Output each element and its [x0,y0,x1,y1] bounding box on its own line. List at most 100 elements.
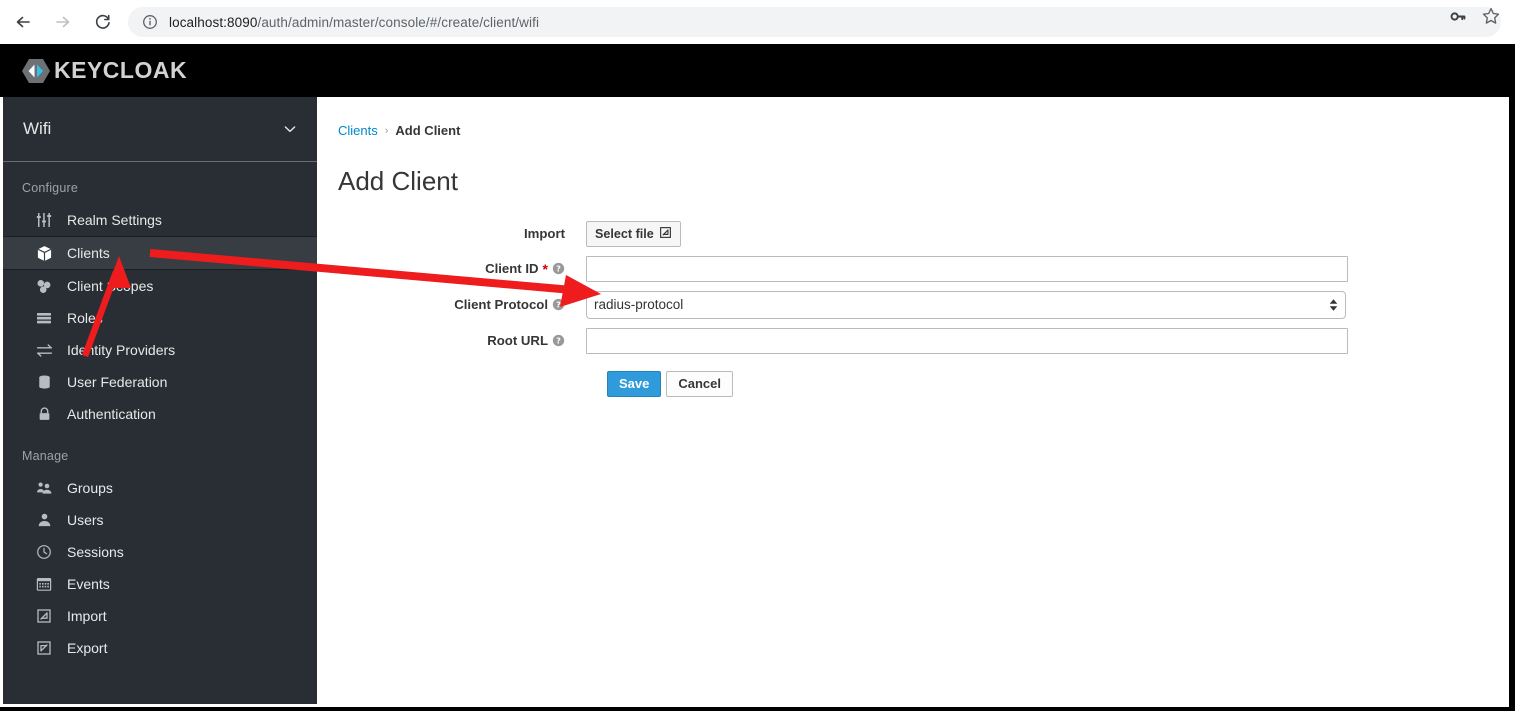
blocks-icon [35,277,53,295]
nav-section-title-configure: Configure [22,181,78,195]
save-button[interactable]: Save [607,370,662,397]
svg-text:?: ? [556,300,561,310]
form-row-root-url: Root URL ? [338,327,1509,354]
sidebar-item-roles[interactable]: Roles [3,302,317,334]
page-info-icon[interactable] [142,14,158,30]
sidebar-item-import[interactable]: Import [3,600,317,632]
url-host: localhost:8090 [169,14,258,30]
sidebar-item-label: Realm Settings [67,212,162,228]
realm-selector[interactable]: Wifi [3,97,317,162]
sidebar-item-label: Clients [67,245,110,261]
form-row-client-protocol: Client Protocol ? radius-protocol [338,290,1509,319]
sidebar-item-authentication[interactable]: Authentication [3,398,317,430]
page-viewport: KEYCLOAK Wifi Configure Realm Settings C… [0,44,1509,707]
sidebar-item-label: Import [67,608,107,624]
sidebar-item-groups[interactable]: Groups [3,472,317,504]
breadcrumb-current: Add Client [395,123,461,138]
client-id-label: Client ID * ? [338,261,586,277]
sidebar-item-label: Authentication [67,406,156,422]
sidebar: Wifi Configure Realm Settings Clients Cl… [3,97,317,704]
client-protocol-label-text: Client Protocol [454,297,548,313]
clock-icon [35,543,53,561]
forward-arrow-icon [53,12,73,32]
question-circle-icon[interactable]: ? [552,262,565,275]
sidebar-item-label: Events [67,576,110,592]
client-id-input[interactable] [586,255,1348,282]
question-circle-icon[interactable]: ? [552,334,565,347]
nav-section-title-manage: Manage [22,449,69,463]
sidebar-item-identity-providers[interactable]: Identity Providers [3,334,317,366]
brand-name: KEYCLOAK [54,57,188,83]
sidebar-item-label: Client Scopes [67,278,154,294]
import-arrow-icon [35,607,53,625]
cube-icon [35,244,53,262]
sidebar-item-label: Sessions [67,544,124,560]
sidebar-item-client-scopes[interactable]: Client Scopes [3,270,317,302]
list-rows-icon [35,309,53,327]
user-icon [35,511,53,529]
sidebar-item-export[interactable]: Export [3,632,317,664]
cancel-button[interactable]: Cancel [666,370,734,397]
select-file-label: Select file [595,226,654,241]
sidebar-item-label: User Federation [67,374,168,390]
svg-text:?: ? [556,264,561,274]
sidebar-item-user-federation[interactable]: User Federation [3,366,317,398]
select-file-button[interactable]: Select file [586,220,681,247]
bookmark-star-icon[interactable] [1481,6,1501,26]
omnibox-actions [1448,6,1501,26]
sidebar-item-sessions[interactable]: Sessions [3,536,317,568]
realm-name: Wifi [23,119,52,138]
import-field: Select file [586,220,1509,247]
calendar-icon [35,575,53,593]
page-title: Add Client [338,166,458,196]
form-row-client-id: Client ID * ? [338,255,1509,282]
sidebar-item-label: Identity Providers [67,342,176,358]
select-spinner-icon [1329,298,1338,311]
keycloak-logo[interactable]: KEYCLOAK [20,55,187,87]
url-text: localhost:8090/auth/admin/master/console… [169,15,539,30]
export-arrow-icon [35,639,53,657]
import-label-text: Import [523,226,565,242]
breadcrumb-link-clients[interactable]: Clients [338,123,378,138]
sidebar-item-realm-settings[interactable]: Realm Settings [3,204,317,236]
forward-button[interactable] [46,5,80,39]
import-label: Import [338,226,586,241]
svg-text:?: ? [556,336,561,346]
sidebar-item-label: Users [67,512,104,528]
address-bar[interactable]: localhost:8090/auth/admin/master/console… [128,7,1501,37]
back-button[interactable] [6,5,40,39]
root-url-label-text: Root URL [487,333,548,349]
exchange-arrows-icon [35,341,53,359]
file-upload-icon [659,226,672,242]
users-group-icon [35,479,53,497]
sidebar-item-clients[interactable]: Clients [3,236,317,270]
sidebar-item-events[interactable]: Events [3,568,317,600]
sliders-icon [35,211,53,229]
required-marker: * [542,260,548,277]
root-url-input[interactable] [586,327,1348,354]
chevron-down-icon [282,121,298,137]
keycloak-logo-icon [20,55,52,87]
sidebar-item-users[interactable]: Users [3,504,317,536]
client-protocol-field: radius-protocol [586,290,1509,319]
client-protocol-label: Client Protocol ? [338,297,586,312]
main-content: Clients › Add Client Add Client Import S… [317,97,1509,704]
client-id-field [586,255,1509,282]
back-arrow-icon [13,12,33,32]
key-icon[interactable] [1448,7,1467,26]
question-circle-icon[interactable]: ? [552,298,565,311]
reload-button[interactable] [86,5,120,39]
client-protocol-select[interactable]: radius-protocol [586,290,1346,319]
lock-icon [35,405,53,423]
client-protocol-value: radius-protocol [594,297,684,313]
sidebar-item-label: Roles [67,310,103,326]
breadcrumb: Clients › Add Client [338,123,1509,138]
url-path: /auth/admin/master/console/#/create/clie… [257,14,540,30]
masthead: KEYCLOAK [0,44,1509,97]
sidebar-item-label: Groups [67,480,113,496]
client-id-label-text: Client ID [485,261,539,277]
breadcrumb-separator: › [384,124,389,137]
root-url-label: Root URL ? [338,333,586,348]
root-url-field [586,327,1509,354]
form-actions: Save Cancel [607,370,1509,397]
